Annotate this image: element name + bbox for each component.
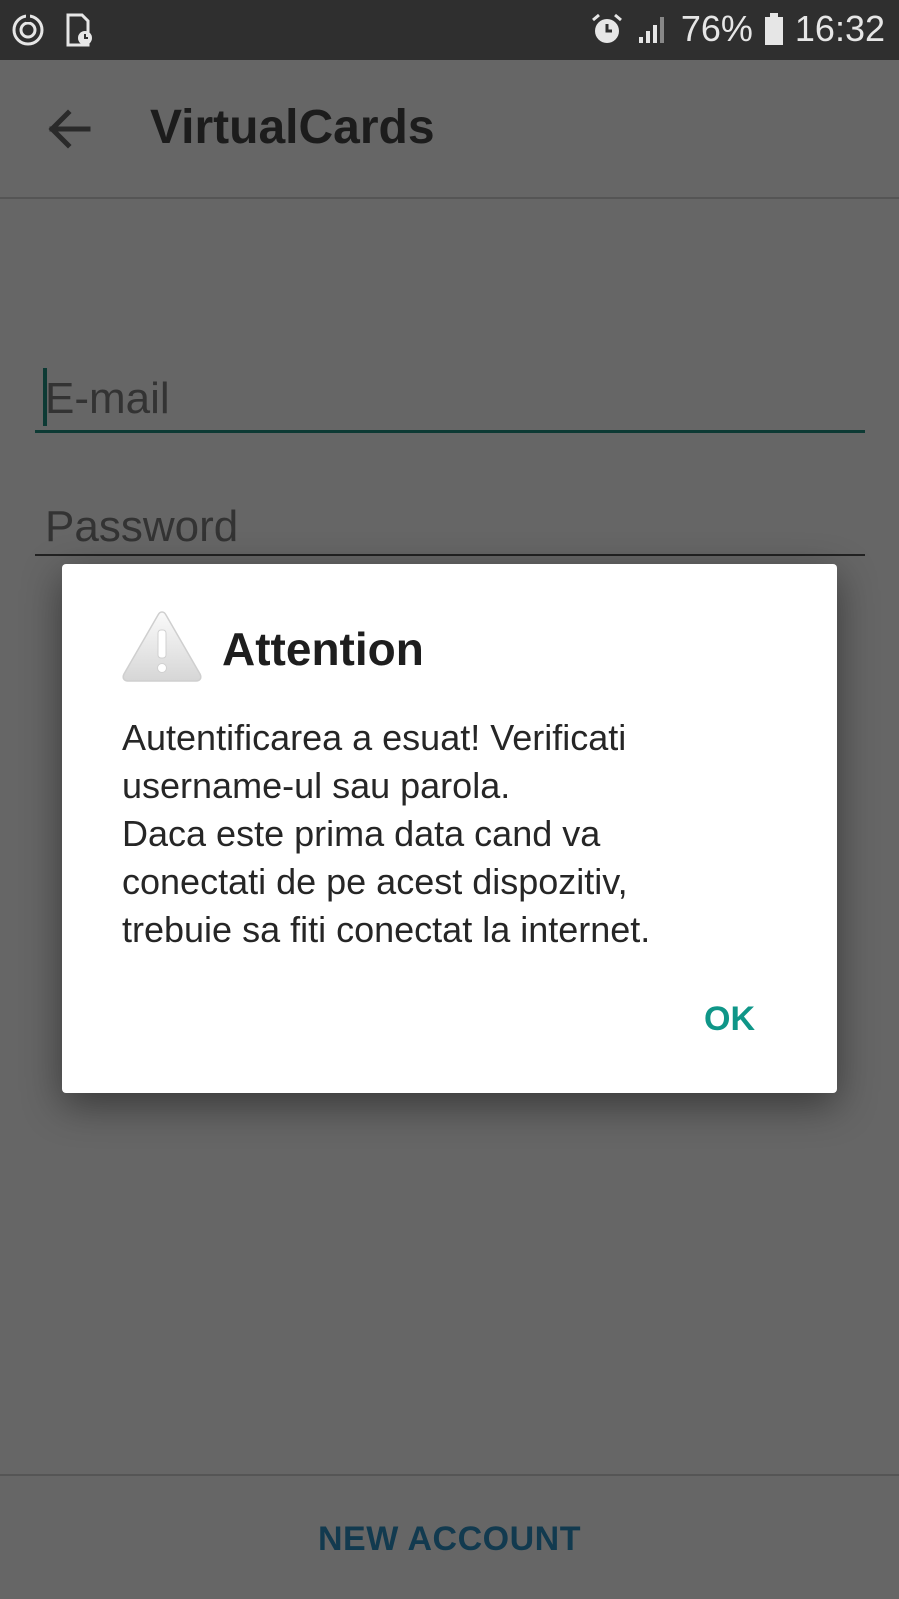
- ok-button[interactable]: OK: [704, 1000, 755, 1039]
- footer-divider: [0, 1474, 899, 1476]
- email-placeholder: E-mail: [45, 374, 170, 423]
- new-account-button[interactable]: NEW ACCOUNT: [0, 1520, 899, 1559]
- password-field[interactable]: Password: [35, 490, 865, 556]
- screenshot-icon: [60, 12, 96, 48]
- sync-icon: [10, 12, 46, 48]
- signal-icon: [635, 11, 671, 47]
- app-title: VirtualCards: [150, 101, 435, 154]
- arrow-back-icon[interactable]: [44, 104, 94, 154]
- dialog-title: Attention: [222, 623, 424, 675]
- app-bar: VirtualCards: [0, 60, 899, 199]
- alert-dialog: Attention Autentificarea a esuat! Verifi…: [62, 564, 837, 1093]
- clock: 16:32: [794, 8, 885, 49]
- alarm-icon: [589, 11, 625, 47]
- battery-icon: [763, 11, 785, 47]
- dialog-message: Autentificarea a esuat! Verificati usern…: [122, 717, 651, 950]
- warning-icon: [120, 608, 204, 684]
- email-field[interactable]: E-mail: [35, 360, 865, 433]
- status-bar: 76% 16:32: [0, 0, 899, 60]
- battery-percent: 76%: [680, 8, 753, 49]
- password-placeholder: Password: [45, 502, 239, 551]
